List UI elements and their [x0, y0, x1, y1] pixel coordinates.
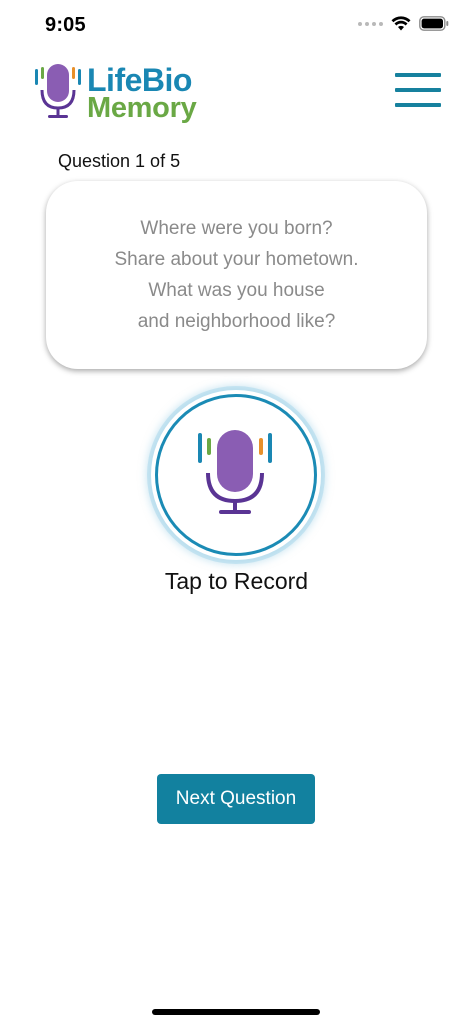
home-indicator[interactable] [152, 1009, 320, 1015]
logo-text: LifeBio Memory [87, 62, 197, 124]
status-icons [358, 16, 449, 31]
status-time: 9:05 [45, 14, 86, 36]
question-text: Where were you born? Share about your ho… [114, 218, 359, 332]
status-bar: 9:05 [0, 0, 473, 52]
wifi-icon [391, 16, 411, 31]
question-counter: Question 1 of 5 [58, 151, 181, 171]
lifebio-logo: LifeBio Memory [33, 62, 197, 124]
microphone-icon [198, 430, 272, 514]
record-label: Tap to Record [164, 568, 309, 594]
app-header: LifeBio Memory [0, 60, 473, 128]
signal-icon [358, 21, 383, 26]
record-button[interactable] [151, 390, 321, 560]
question-card: Where were you born? Share about your ho… [46, 181, 427, 369]
next-question-button[interactable]: Next Question [157, 774, 315, 824]
battery-icon [419, 16, 449, 31]
logo-microphone-icon [35, 64, 81, 118]
logo-memory-text: Memory [87, 92, 197, 124]
app-screen: 9:05 LifeBio Memory Question 1 of 5 Wher… [0, 0, 473, 1024]
record-area [151, 390, 321, 560]
hamburger-menu-icon[interactable] [395, 73, 441, 107]
